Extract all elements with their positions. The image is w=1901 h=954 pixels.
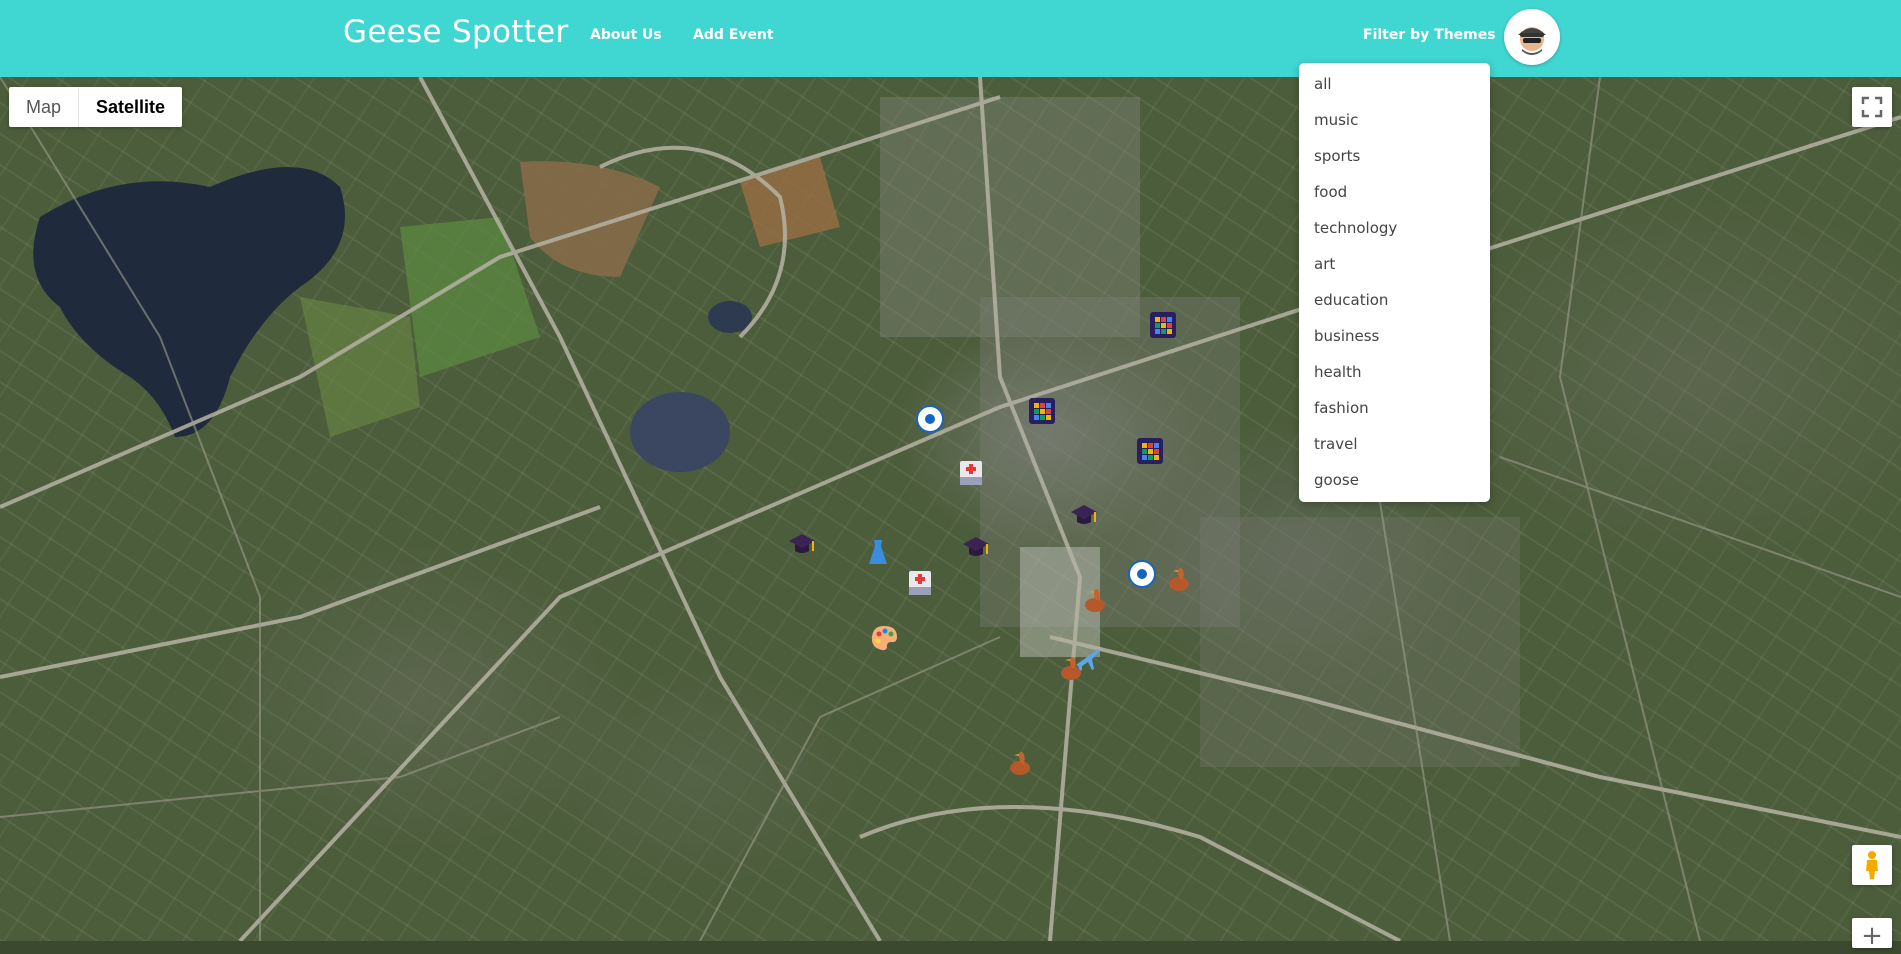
- add-event-link[interactable]: Add Event: [693, 27, 774, 43]
- education-marker[interactable]: [787, 529, 817, 559]
- theme-option-food[interactable]: food: [1314, 183, 1347, 201]
- education-marker[interactable]: [961, 532, 991, 562]
- fullscreen-button[interactable]: [1852, 87, 1892, 127]
- sports-marker[interactable]: [915, 404, 945, 434]
- goose-marker[interactable]: [1006, 748, 1036, 778]
- user-avatar[interactable]: [1504, 9, 1560, 65]
- map-imagery: [0, 77, 1901, 941]
- technology-marker[interactable]: [1027, 396, 1057, 426]
- goose-marker[interactable]: [1165, 564, 1195, 594]
- spy-avatar-icon: [1518, 27, 1546, 55]
- map-type-control: Map Satellite: [9, 87, 183, 127]
- top-navbar: Geese Spotter About Us Add Event Filter …: [0, 0, 1901, 77]
- goose-marker[interactable]: [1057, 653, 1087, 683]
- site-title[interactable]: Geese Spotter: [343, 14, 569, 50]
- technology-marker[interactable]: [1135, 436, 1165, 466]
- theme-filter-dropdown: all music sports food technology art edu…: [1299, 63, 1490, 502]
- pegman-icon: [1866, 851, 1878, 879]
- hospital-marker[interactable]: [905, 567, 935, 597]
- about-us-link[interactable]: About Us: [590, 27, 662, 43]
- theme-option-travel[interactable]: travel: [1314, 435, 1358, 453]
- hospital-marker[interactable]: [956, 457, 986, 487]
- theme-option-technology[interactable]: technology: [1314, 219, 1397, 237]
- theme-option-education[interactable]: education: [1314, 291, 1388, 309]
- sports-marker[interactable]: [1127, 559, 1157, 589]
- satellite-map[interactable]: [0, 77, 1901, 941]
- zoom-in-button[interactable]: +: [1852, 918, 1892, 951]
- theme-option-all[interactable]: all: [1314, 75, 1332, 93]
- theme-option-music[interactable]: music: [1314, 111, 1358, 129]
- theme-option-business[interactable]: business: [1314, 327, 1379, 345]
- goose-marker[interactable]: [1081, 585, 1111, 615]
- theme-option-art[interactable]: art: [1314, 255, 1335, 273]
- theme-option-goose[interactable]: goose: [1314, 471, 1359, 489]
- theme-option-sports[interactable]: sports: [1314, 147, 1360, 165]
- theme-option-fashion[interactable]: fashion: [1314, 399, 1369, 417]
- technology-marker[interactable]: [1148, 310, 1178, 340]
- theme-option-health[interactable]: health: [1314, 363, 1361, 381]
- satellite-view-button[interactable]: Satellite: [79, 87, 182, 127]
- filter-by-themes-toggle[interactable]: Filter by Themes: [1363, 27, 1496, 43]
- fashion-marker[interactable]: [863, 537, 893, 567]
- art-marker[interactable]: [869, 623, 899, 653]
- street-view-pegman[interactable]: [1852, 845, 1892, 885]
- education-marker[interactable]: [1069, 500, 1099, 530]
- fullscreen-icon: [1861, 96, 1883, 118]
- map-view-button[interactable]: Map: [9, 87, 80, 127]
